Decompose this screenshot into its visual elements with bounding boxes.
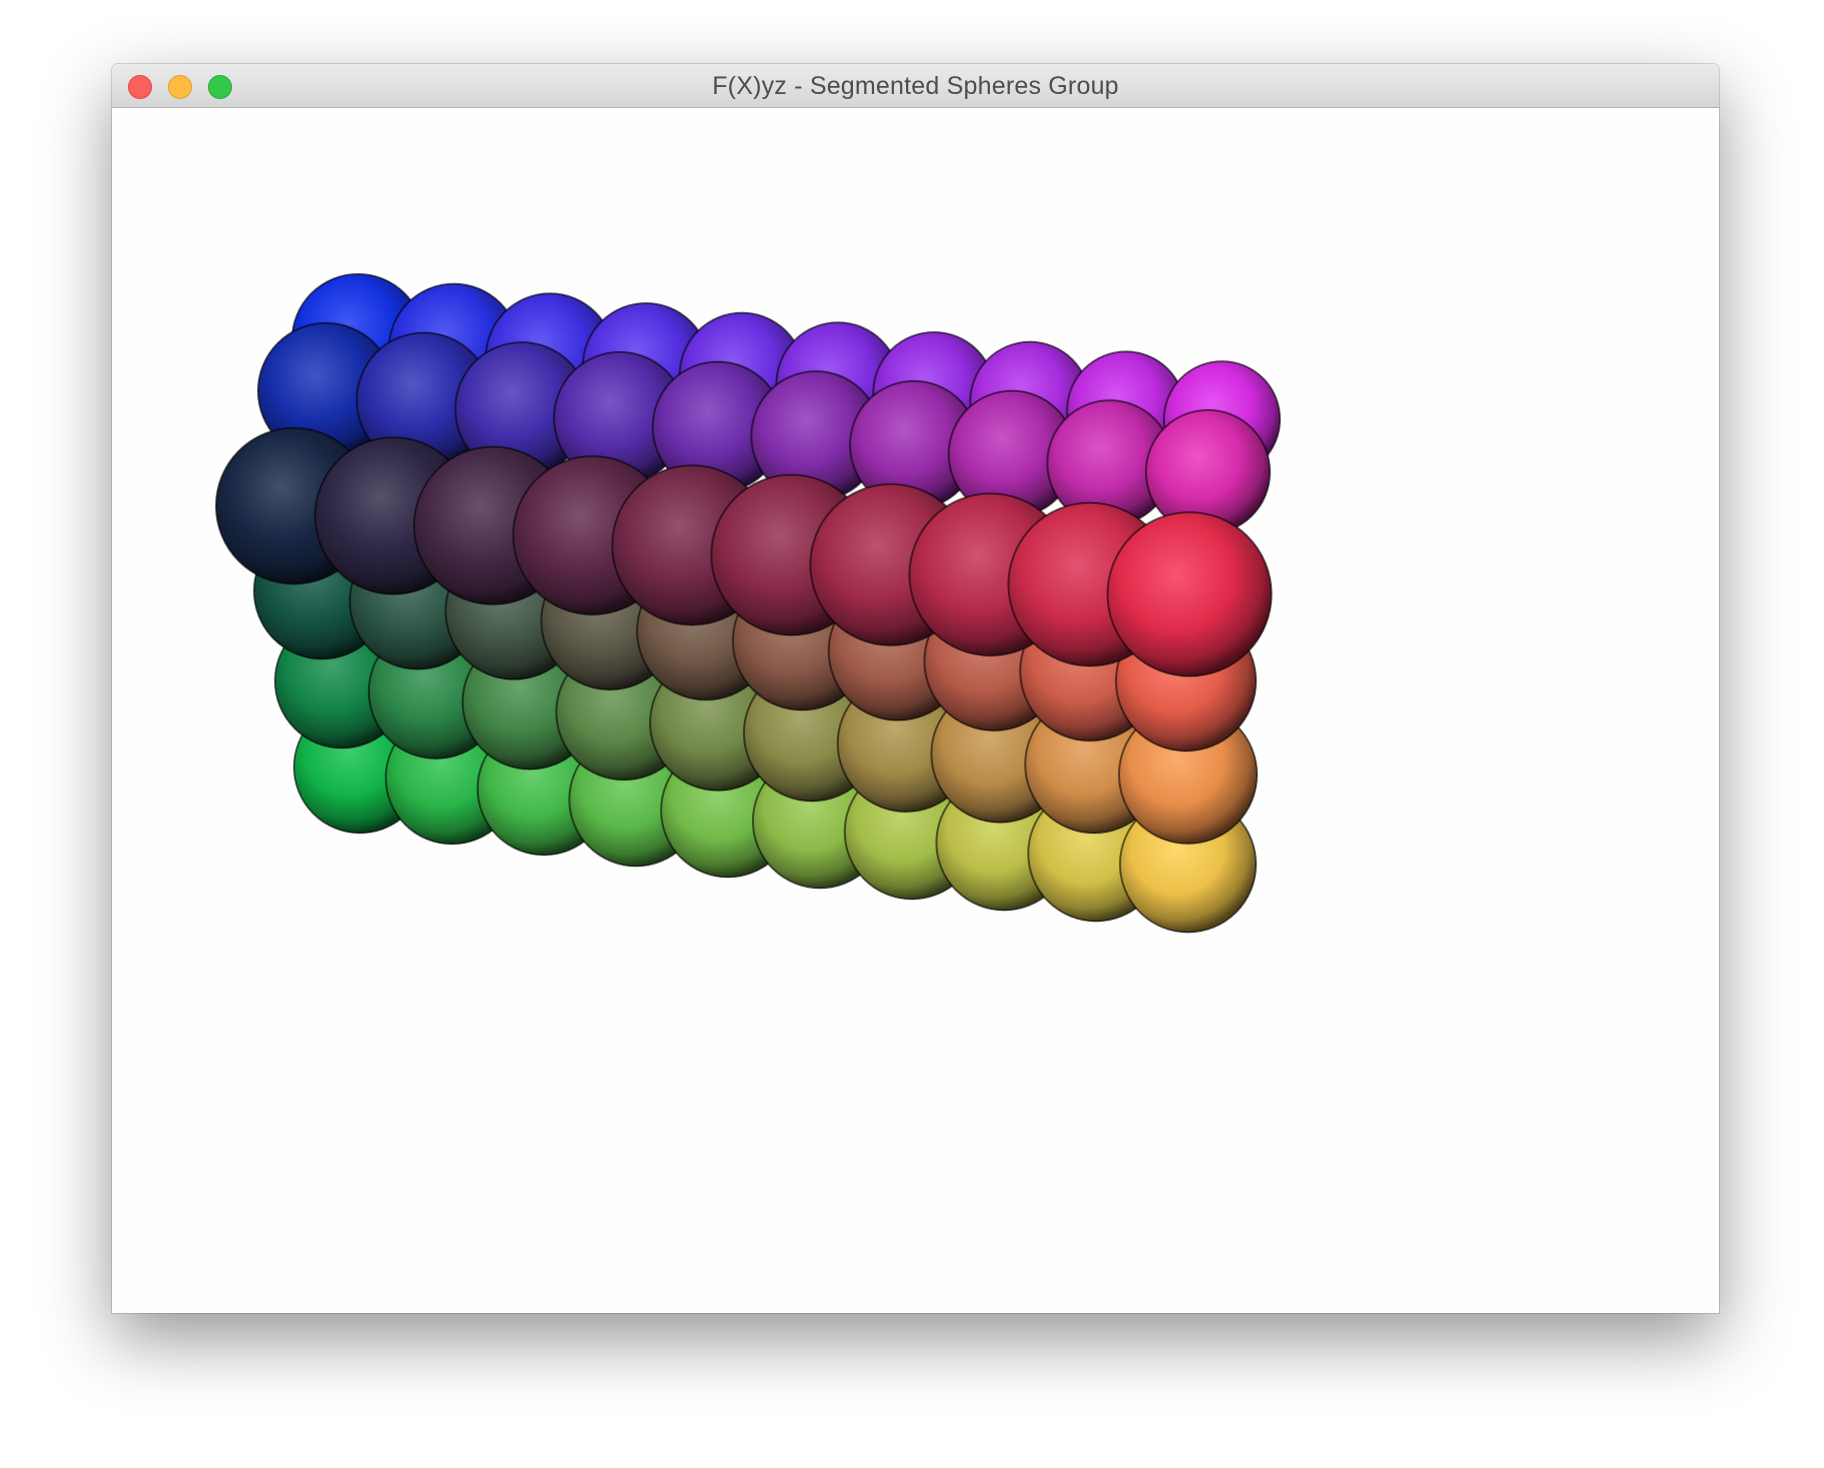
app-window: F(X)yz - Segmented Spheres Group [112,64,1719,1313]
segmented-spheres-scene[interactable] [112,108,1719,1313]
window-title: F(X)yz - Segmented Spheres Group [712,72,1119,100]
sphere-front-r1-10 [1106,511,1273,678]
3d-viewport[interactable] [112,108,1719,1313]
desktop: F(X)yz - Segmented Spheres Group [0,0,1824,1468]
title-bar[interactable]: F(X)yz - Segmented Spheres Group [112,64,1719,108]
